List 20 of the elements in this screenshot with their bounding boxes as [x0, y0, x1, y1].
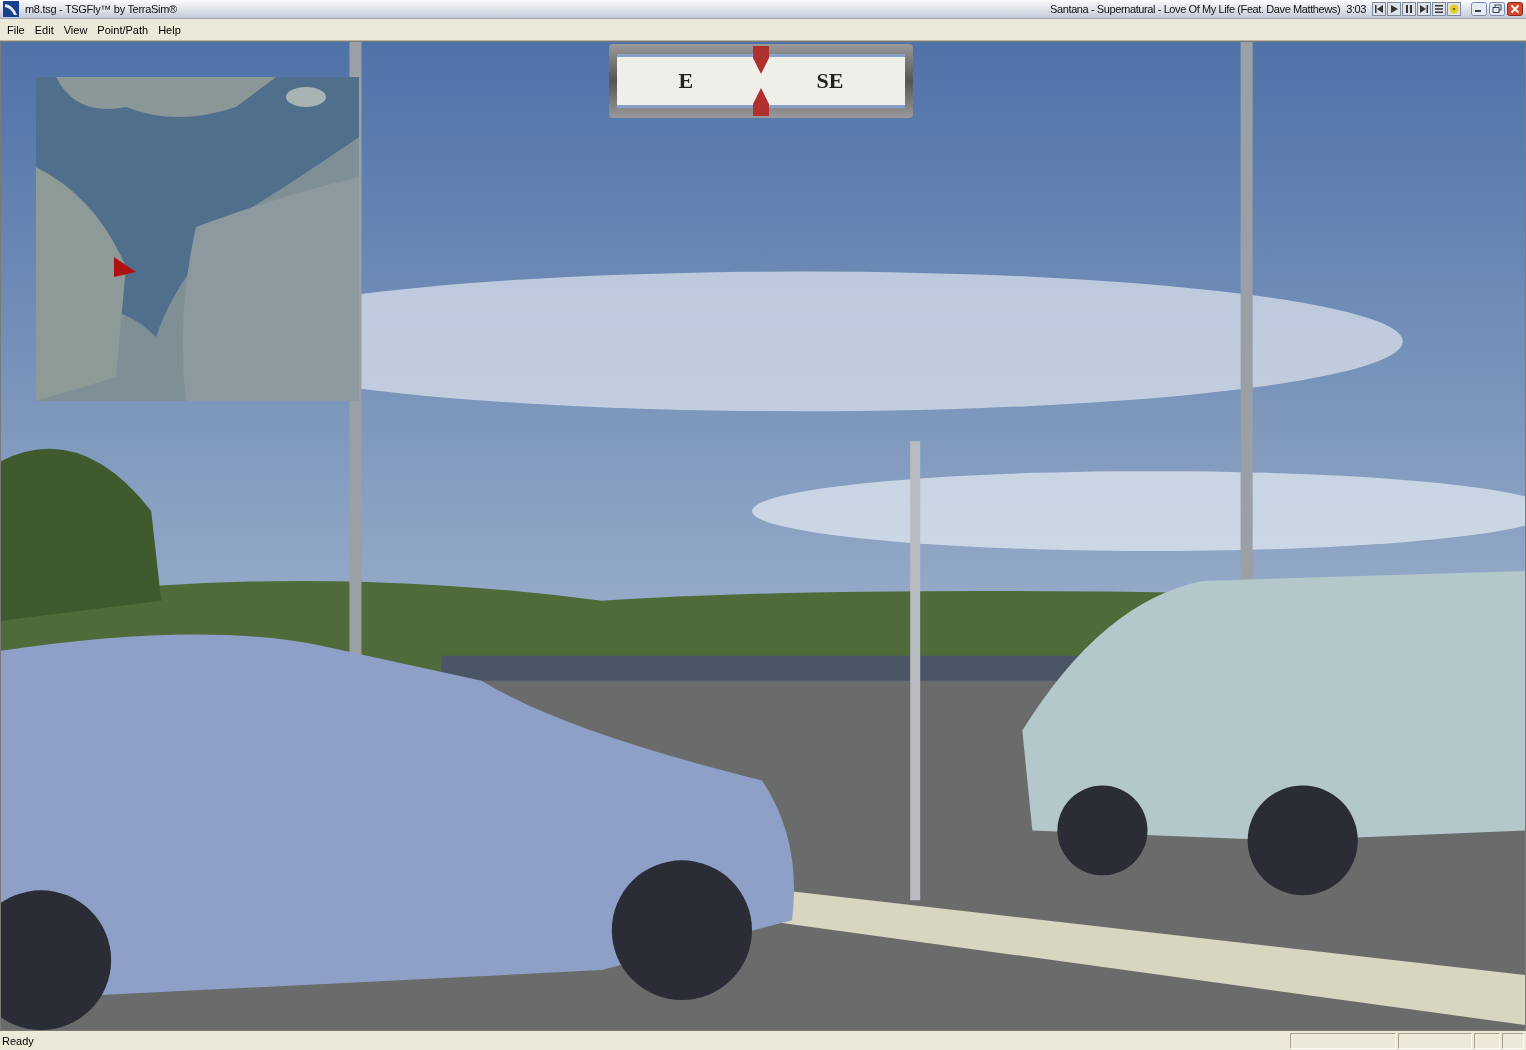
- now-playing-text: Santana - Supernatural - Love Of My Life (Feat. Dave Matthews): [1050, 3, 1341, 15]
- restore-button[interactable]: [1489, 2, 1505, 16]
- previous-icon[interactable]: [1372, 2, 1386, 16]
- pause-icon[interactable]: [1402, 2, 1416, 16]
- status-text: Ready: [2, 1034, 34, 1047]
- menu-item[interactable]: File: [2, 21, 30, 38]
- app-icon: [3, 1, 19, 17]
- status-pane: [1502, 1032, 1524, 1049]
- track-time: 3:03: [1346, 3, 1366, 15]
- menu-item[interactable]: Point/Path: [92, 21, 154, 38]
- close-button[interactable]: [1507, 2, 1523, 16]
- play-icon[interactable]: [1387, 2, 1401, 16]
- status-pane: [1474, 1032, 1500, 1049]
- menu-item[interactable]: Edit: [29, 21, 59, 38]
- window-title: m8.tsg - TSGFly™ by TerraSim®: [25, 3, 177, 15]
- next-icon[interactable]: [1417, 2, 1431, 16]
- list-icon[interactable]: [1432, 2, 1446, 16]
- minimize-button[interactable]: [1471, 2, 1487, 16]
- menu-item[interactable]: View: [58, 21, 93, 38]
- menu-item[interactable]: Help: [153, 21, 186, 38]
